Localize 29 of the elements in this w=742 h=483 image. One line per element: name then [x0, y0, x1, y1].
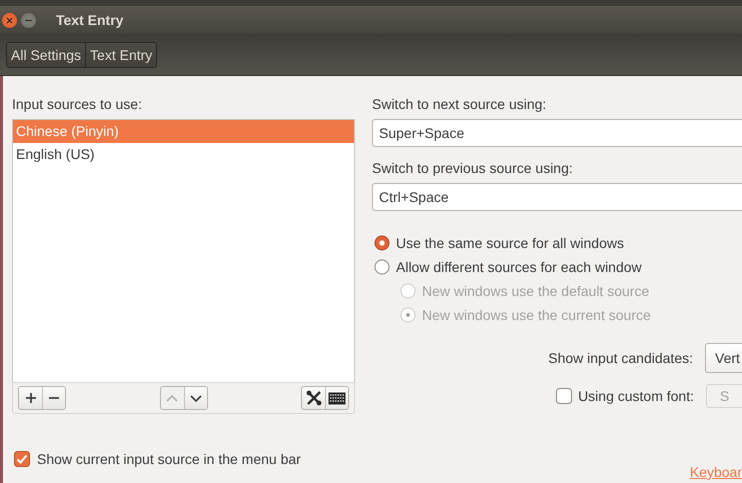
chevron-down-button[interactable] — [184, 387, 206, 409]
radio-option[interactable]: Use the same source for all windows — [374, 231, 742, 255]
tools-icon — [306, 390, 322, 406]
checkbox-icon — [14, 451, 30, 467]
candidates-label: Show input candidates: — [548, 350, 693, 366]
switch-previous-label: Switch to previous source using: — [372, 160, 574, 177]
plus-icon — [24, 392, 36, 404]
list-item[interactable]: English (US) — [13, 143, 354, 166]
breadcrumb-button[interactable]: Text Entry — [85, 42, 156, 66]
keyboard-icon — [328, 392, 346, 404]
minimize-button[interactable] — [21, 12, 36, 28]
tools-button[interactable] — [302, 387, 325, 409]
shortcut-field[interactable]: Ctrl+Space — [372, 183, 742, 211]
close-icon — [6, 16, 13, 24]
chevron-down-icon — [190, 394, 202, 402]
keyboard-button[interactable] — [325, 387, 348, 409]
list-label: Input sources to use: — [12, 96, 143, 113]
menu-bar-checkbox[interactable]: Show current input source in the menu bar — [14, 451, 355, 467]
chevron-up-icon — [166, 394, 178, 402]
shortcut-field[interactable]: Super+Space — [372, 119, 742, 147]
plus-button[interactable] — [19, 387, 42, 409]
candidates-dropdown[interactable]: Vert — [705, 343, 742, 373]
minus-button[interactable] — [42, 387, 65, 409]
checkbox-icon — [556, 388, 572, 404]
radio-option[interactable]: Allow different sources for each window — [374, 255, 742, 279]
switch-next-label: Switch to next source using: — [372, 96, 548, 113]
window-title: Text Entry — [56, 12, 124, 28]
breadcrumb-button[interactable]: All Settings — [7, 42, 86, 66]
close-button[interactable] — [2, 12, 17, 28]
